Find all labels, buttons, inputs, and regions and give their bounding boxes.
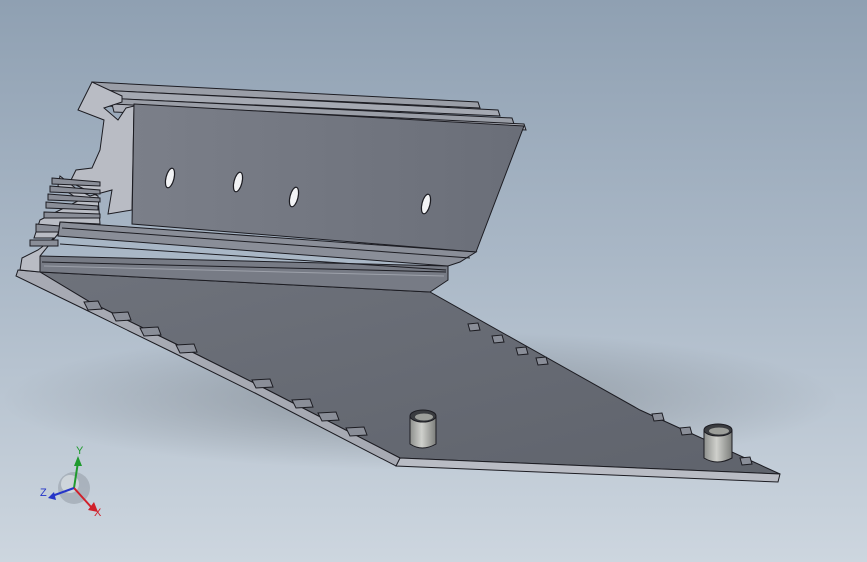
graphics-viewport[interactable]: Y X Z [0, 0, 867, 562]
z-axis-arrow [48, 492, 56, 500]
x-axis-label: X [94, 507, 102, 519]
y-axis-arrow [74, 456, 82, 466]
z-axis-label: Z [40, 487, 47, 499]
standoff-2[interactable] [703, 423, 733, 463]
heatsink-model[interactable] [0, 0, 867, 562]
vertical-plate[interactable] [131, 103, 525, 253]
orientation-triad[interactable]: Y X Z [30, 440, 120, 530]
standoff-1[interactable] [409, 409, 437, 449]
y-axis-label: Y [76, 445, 84, 457]
